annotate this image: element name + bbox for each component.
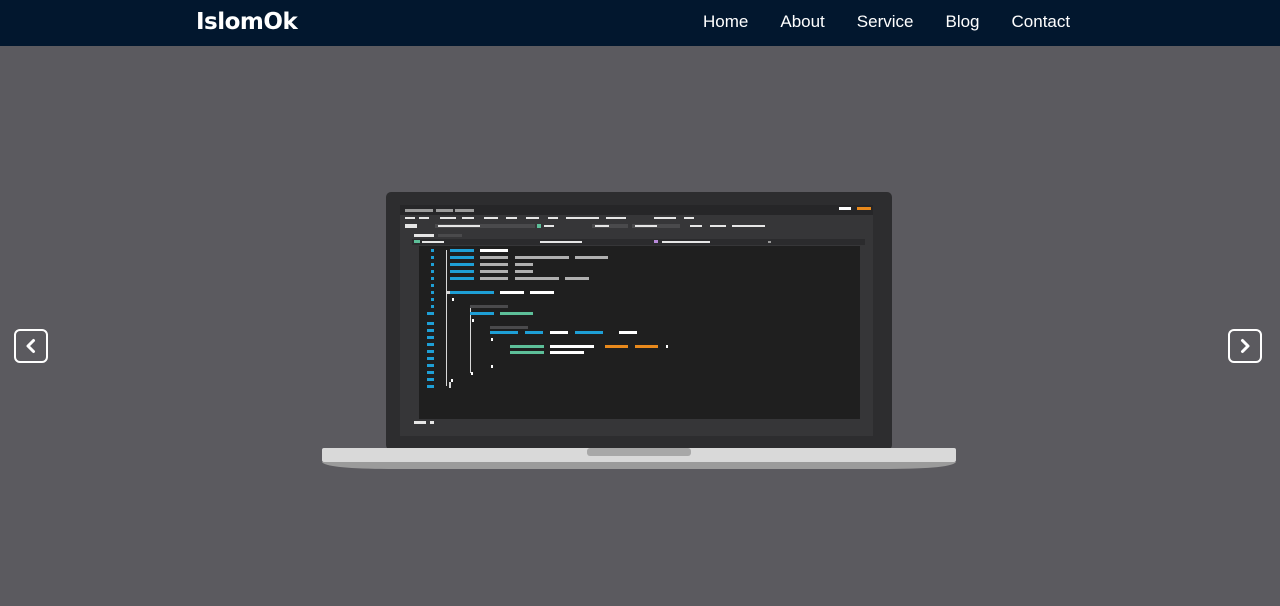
nav-link-about[interactable]: About — [780, 12, 824, 32]
chevron-left-icon — [26, 339, 35, 353]
nav-item-blog: Blog — [945, 12, 979, 32]
carousel-prev-button[interactable] — [14, 329, 48, 363]
nav-menu: Home About Service Blog Contact — [703, 12, 1070, 32]
nav-link-home[interactable]: Home — [703, 12, 748, 32]
nav-link-service[interactable]: Service — [857, 12, 914, 32]
chevron-right-icon — [1241, 339, 1250, 353]
navbar: IslomOk Home About Service Blog Contact — [0, 0, 1280, 46]
nav-link-contact[interactable]: Contact — [1012, 12, 1071, 32]
nav-item-service: Service — [857, 12, 914, 32]
brand-logo[interactable]: IslomOk — [196, 8, 298, 36]
nav-link-blog[interactable]: Blog — [945, 12, 979, 32]
nav-item-contact: Contact — [1012, 12, 1071, 32]
carousel-next-button[interactable] — [1228, 329, 1262, 363]
nav-item-home: Home — [703, 12, 748, 32]
laptop-code-illustration — [322, 192, 956, 469]
nav-item-about: About — [780, 12, 824, 32]
